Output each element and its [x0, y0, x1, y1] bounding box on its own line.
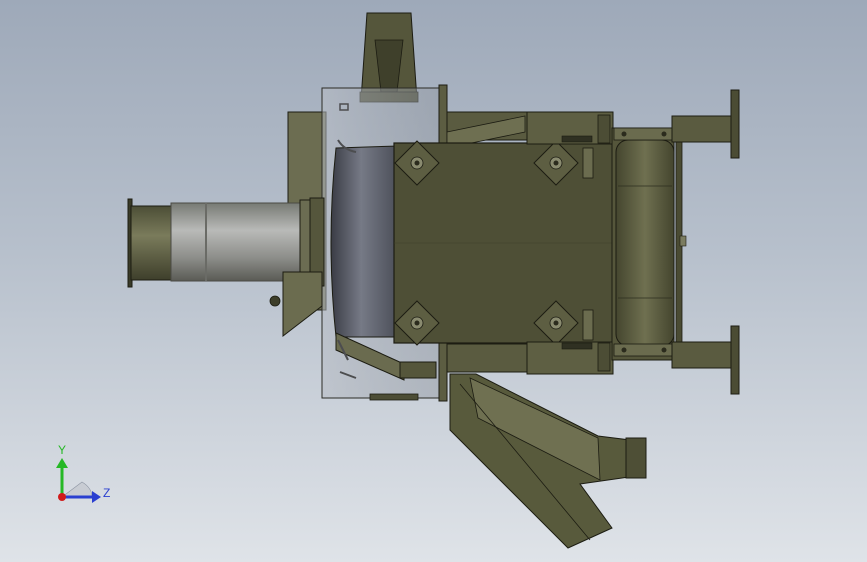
graphics-viewport[interactable]: Y Z	[0, 0, 867, 562]
drive-drum[interactable]	[611, 127, 687, 361]
cad-model-view[interactable]	[0, 0, 867, 562]
y-axis-label: Y	[58, 443, 67, 457]
drum-bottom-plate	[613, 343, 675, 357]
sleeve-ring[interactable]	[330, 145, 399, 338]
lower-bracket	[269, 271, 323, 338]
z-axis-label: Z	[103, 486, 111, 500]
drum-top-plate	[613, 127, 675, 141]
discharge-chute[interactable]	[449, 373, 647, 549]
coordinate-triad	[56, 458, 101, 503]
